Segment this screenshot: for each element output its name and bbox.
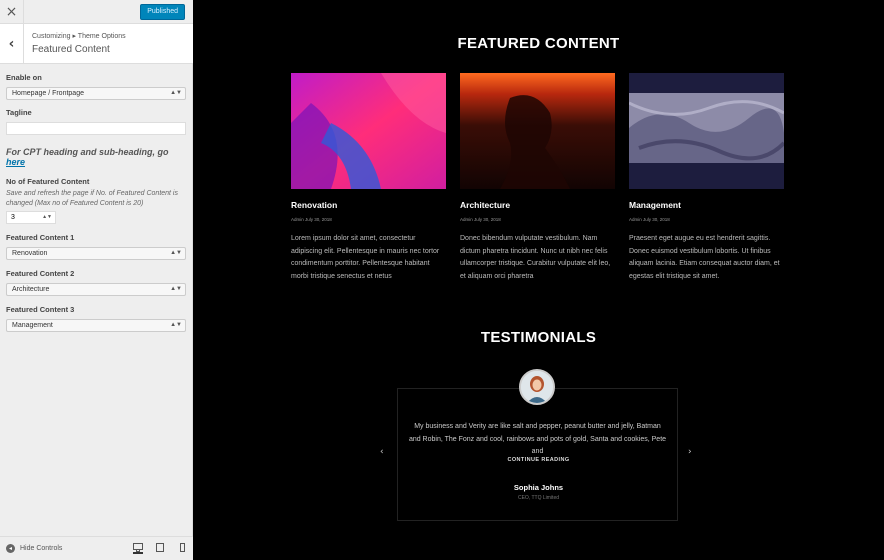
card-title[interactable]: Architecture	[460, 200, 615, 210]
back-icon[interactable]: ‹	[0, 24, 24, 63]
card-title[interactable]: Renovation	[291, 200, 446, 210]
featured-card: Architecture Admin July 30, 2018 Donec b…	[460, 73, 615, 283]
collapse-icon: ◂	[6, 544, 15, 553]
mobile-icon[interactable]	[177, 542, 187, 554]
featured-card: Renovation Admin July 30, 2018 Lorem ips…	[291, 73, 446, 283]
select-arrows-icon: ▲▼	[170, 322, 182, 328]
cpt-note: For CPT heading and sub-heading, go here	[6, 147, 187, 167]
site-preview: FEATURED CONTENT Renovation Admin July 3…	[193, 0, 884, 560]
content-2-value: Architecture	[12, 286, 50, 293]
enable-on-select[interactable]: Homepage / Frontpage ▲▼	[6, 87, 186, 100]
desktop-icon[interactable]	[133, 542, 143, 554]
next-arrow-icon[interactable]: ›	[688, 447, 692, 457]
tagline-label: Tagline	[6, 108, 32, 117]
enable-on-label: Enable on	[6, 73, 42, 82]
enable-on-value: Homepage / Frontpage	[12, 90, 84, 97]
testimonial-name: Sophia Johns	[513, 483, 564, 492]
testimonial-quote: My business and Verity are like salt and…	[408, 423, 667, 455]
card-title[interactable]: Management	[629, 200, 784, 210]
count-value: 3	[11, 214, 15, 221]
controls-panel: Enable on Homepage / Frontpage ▲▼ Taglin…	[6, 72, 187, 332]
cpt-here-link[interactable]: here	[6, 157, 25, 167]
select-arrows-icon: ▲▼	[170, 286, 182, 292]
card-image-management[interactable]	[629, 73, 784, 189]
card-meta: Admin July 30, 2018	[460, 217, 501, 222]
breadcrumb: Customizing ▸ Theme Options	[32, 33, 126, 40]
content-3-value: Management	[12, 322, 53, 329]
card-meta: Admin July 30, 2018	[291, 217, 332, 222]
customizer-footer: ◂ Hide Controls	[0, 536, 193, 560]
card-meta: Admin July 30, 2018	[629, 217, 670, 222]
card-excerpt: Praesent eget augue eu est hendrerit sag…	[629, 235, 780, 280]
content-3-label: Featured Content 3	[6, 305, 75, 314]
count-description: Save and refresh the page if No. of Feat…	[6, 190, 178, 207]
count-number-input[interactable]: 3 ▲▼	[6, 211, 56, 224]
hide-controls-button[interactable]: ◂ Hide Controls	[6, 544, 62, 553]
testimonials-heading: TESTIMONIALS	[480, 329, 597, 346]
tablet-icon[interactable]	[155, 542, 165, 554]
spinner-icon[interactable]: ▲▼	[42, 212, 52, 223]
count-label: No of Featured Content	[6, 177, 90, 186]
continue-reading-link[interactable]: CONTINUE READING	[193, 457, 884, 463]
content-1-value: Renovation	[12, 250, 48, 257]
customizer-topbar: × Published	[0, 0, 193, 24]
customizer-sidebar: × Published ‹ Customizing ▸ Theme Option…	[0, 0, 193, 560]
publish-button[interactable]: Published	[140, 4, 185, 20]
content-2-label: Featured Content 2	[6, 269, 75, 278]
tagline-input[interactable]	[6, 122, 186, 135]
card-image-renovation[interactable]	[291, 73, 446, 189]
select-arrows-icon: ▲▼	[170, 250, 182, 256]
testimonial-role: CEO, TTQ Limited	[517, 495, 560, 501]
cpt-note-text: For CPT heading and sub-heading, go	[6, 147, 169, 157]
content-2-select[interactable]: Architecture ▲▼	[6, 283, 186, 296]
hide-controls-label: Hide Controls	[20, 545, 63, 552]
testimonial-avatar	[519, 369, 555, 405]
card-excerpt: Lorem ipsum dolor sit amet, consectetur …	[291, 235, 440, 280]
section-title: Featured Content	[32, 44, 110, 55]
close-icon[interactable]: ×	[0, 0, 24, 24]
featured-card: Management Admin July 30, 2018 Praesent …	[629, 73, 784, 283]
section-header: ‹ Customizing ▸ Theme Options Featured C…	[0, 24, 193, 64]
featured-heading: FEATURED CONTENT	[457, 35, 620, 52]
content-3-select[interactable]: Management ▲▼	[6, 319, 186, 332]
device-switcher	[133, 542, 187, 554]
prev-arrow-icon[interactable]: ‹	[380, 447, 384, 457]
content-1-label: Featured Content 1	[6, 233, 75, 242]
card-image-architecture[interactable]	[460, 73, 615, 189]
content-1-select[interactable]: Renovation ▲▼	[6, 247, 186, 260]
card-excerpt: Donec bibendum vulputate vestibulum. Nam…	[460, 235, 611, 280]
select-arrows-icon: ▲▼	[170, 90, 182, 96]
